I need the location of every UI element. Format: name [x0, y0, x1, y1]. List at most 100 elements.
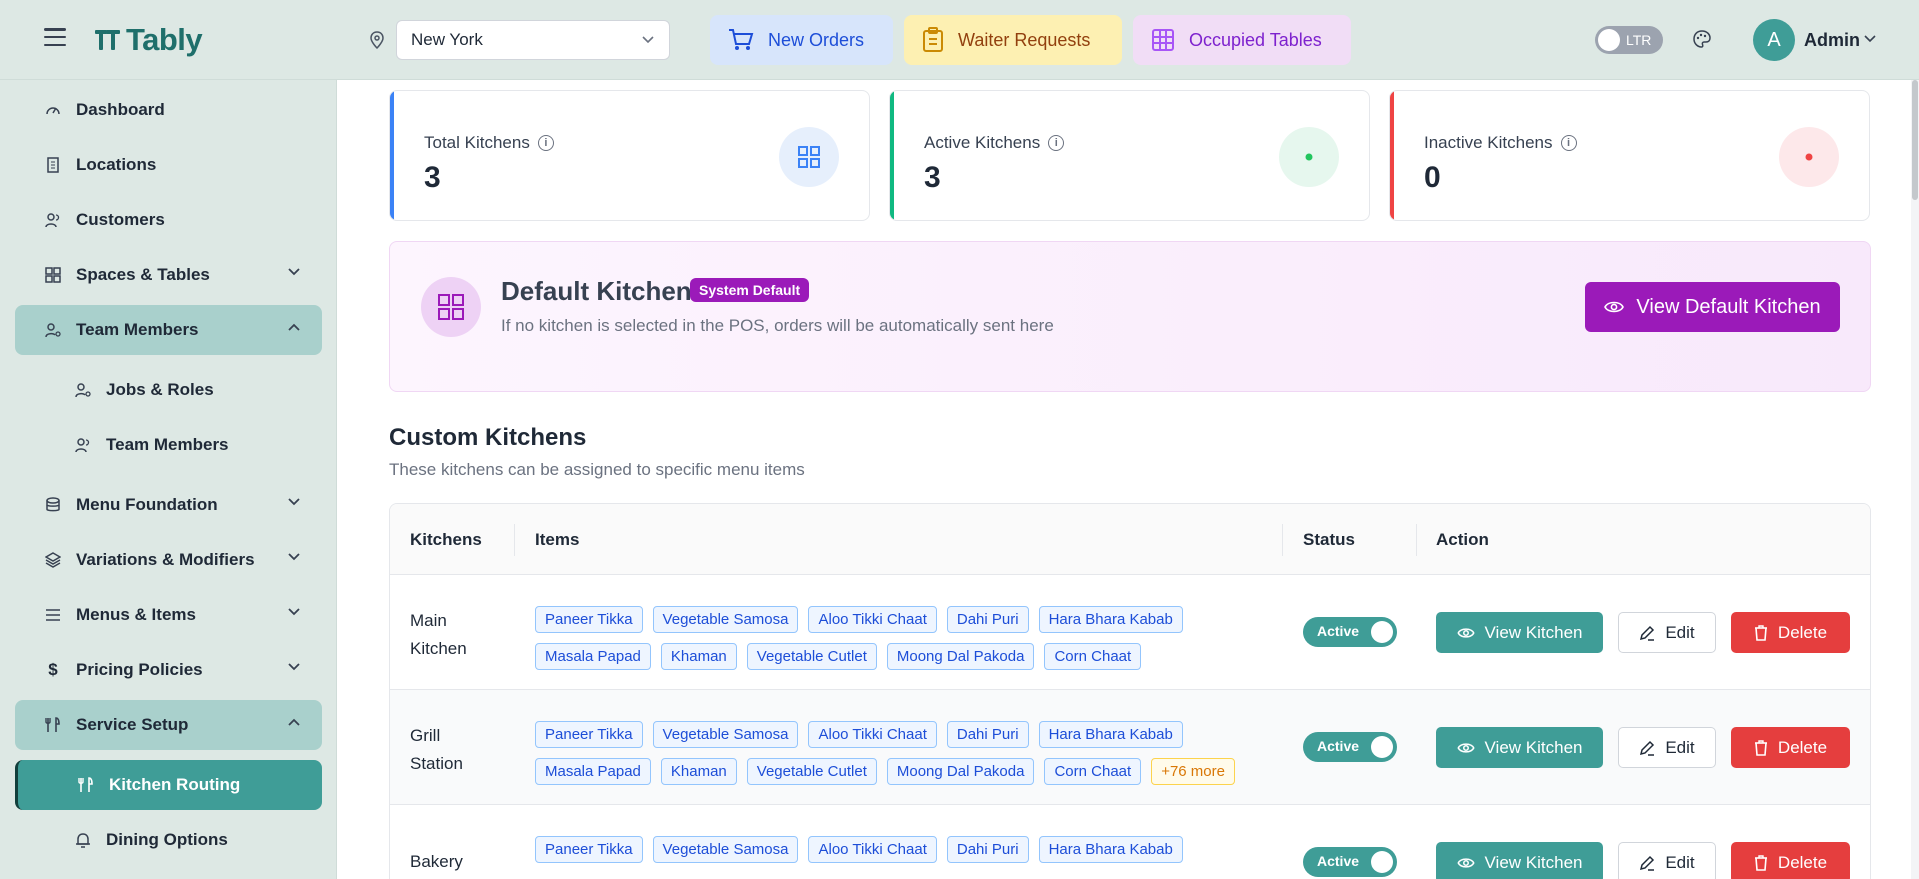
gauge-icon — [46, 107, 60, 115]
sidebar-item-dining-options[interactable]: Dining Options — [15, 815, 322, 865]
kitchen-name: Main Kitchen — [410, 607, 490, 663]
info-icon[interactable]: i — [537, 135, 554, 151]
edit-button[interactable]: Edit — [1618, 612, 1716, 653]
item-chip: Aloo Tikki Chaat — [808, 721, 937, 748]
stat-icon-circle — [779, 127, 839, 187]
sidebar-item-menu-foundation[interactable]: Menu Foundation — [15, 480, 322, 530]
view-default-kitchen-label: View Default Kitchen — [1636, 295, 1821, 318]
new-orders-button[interactable]: New Orders — [710, 15, 893, 65]
sidebar-item-label: Service Setup — [76, 715, 189, 734]
toggle-knob — [1371, 851, 1393, 873]
occupied-tables-label: Occupied Tables — [1189, 29, 1322, 50]
default-kitchen-title: Default Kitchen — [501, 276, 692, 306]
scrollbar-thumb[interactable] — [1912, 80, 1918, 200]
edit-button[interactable]: Edit — [1618, 842, 1716, 879]
view-kitchen-button[interactable]: View Kitchen — [1436, 842, 1603, 879]
sidebar-item-label: Jobs & Roles — [106, 380, 214, 399]
direction-toggle[interactable]: LTR — [1595, 26, 1663, 54]
sidebar-item-team-members-list[interactable]: Team Members — [15, 420, 322, 470]
waiter-requests-button[interactable]: Waiter Requests — [904, 15, 1122, 65]
more-items-chip[interactable]: +76 more — [1151, 758, 1235, 785]
chevron-up-icon — [288, 323, 300, 331]
sidebar-item-label: Variations & Modifiers — [76, 550, 255, 569]
sidebar-item-locations[interactable]: Locations — [15, 140, 322, 190]
item-chip: Vegetable Samosa — [652, 606, 799, 633]
view-kitchen-button[interactable]: View Kitchen — [1436, 727, 1603, 768]
status-toggle[interactable]: Active — [1303, 617, 1397, 647]
table-grid-icon — [1152, 29, 1174, 51]
item-chip: Hara Bhara Kabab — [1038, 721, 1183, 748]
grid-icon — [798, 146, 820, 168]
stat-card-active: Active Kitchens i 3 — [889, 90, 1370, 221]
user-gear-icon — [45, 323, 61, 338]
users-icon — [45, 213, 60, 228]
info-icon[interactable]: i — [1048, 135, 1065, 151]
utensils-icon — [45, 717, 60, 732]
sidebar-item-team-members[interactable]: Team Members — [15, 305, 322, 355]
status-toggle[interactable]: Active — [1303, 732, 1397, 762]
user-name[interactable]: Admin — [1804, 30, 1860, 51]
edit-label: Edit — [1665, 852, 1695, 872]
column-separator — [1416, 524, 1417, 556]
hamburger-menu-icon[interactable] — [44, 28, 66, 46]
item-chip: Vegetable Samosa — [652, 721, 799, 748]
delete-button[interactable]: Delete — [1731, 842, 1850, 879]
app-logo[interactable]: Tably — [94, 22, 203, 58]
info-icon[interactable]: i — [1560, 135, 1577, 151]
sidebar-item-label: Pricing Policies — [76, 660, 203, 679]
trash-icon — [1754, 854, 1767, 871]
sidebar-item-label: Customers — [76, 210, 165, 229]
clipboard-icon — [923, 27, 943, 52]
accent-bar — [390, 91, 394, 220]
item-chip: Paneer Tikka — [535, 721, 643, 748]
user-avatar[interactable]: A — [1753, 19, 1795, 61]
chevron-down-icon[interactable] — [1864, 35, 1876, 43]
sidebar-item-label: Locations — [76, 155, 157, 174]
new-orders-label: New Orders — [768, 29, 865, 50]
kitchen-name: Bakery — [410, 848, 490, 876]
view-kitchen-label: View Kitchen — [1484, 737, 1583, 757]
status-toggle[interactable]: Active — [1303, 847, 1397, 877]
sidebar-item-customers[interactable]: Customers — [15, 195, 322, 245]
item-chip: Vegetable Cutlet — [746, 643, 877, 670]
sidebar-item-jobs-roles[interactable]: Jobs & Roles — [15, 365, 322, 415]
delete-button[interactable]: Delete — [1731, 612, 1850, 653]
chevron-down-icon — [642, 36, 654, 44]
edit-button[interactable]: Edit — [1618, 727, 1716, 768]
chevron-down-icon — [288, 663, 300, 671]
sidebar-item-kitchen-routing[interactable]: Kitchen Routing — [15, 760, 322, 810]
item-chips: Paneer Tikka Vegetable Samosa Aloo Tikki… — [535, 836, 1295, 863]
main-scrollbar[interactable] — [1911, 80, 1919, 879]
column-header-status: Status — [1303, 530, 1355, 549]
sidebar-item-service-setup[interactable]: Service Setup — [15, 700, 322, 750]
grid-icon — [438, 294, 464, 320]
view-kitchen-button[interactable]: View Kitchen — [1436, 612, 1603, 653]
sidebar-item-variations-modifiers[interactable]: Variations & Modifiers — [15, 535, 322, 585]
sidebar-item-spaces-tables[interactable]: Spaces & Tables — [15, 250, 322, 300]
bell-icon — [76, 833, 90, 848]
stat-card-inactive: Inactive Kitchens i 0 — [1389, 90, 1870, 221]
logo-icon — [95, 30, 120, 50]
stat-label-text: Total Kitchens — [424, 133, 530, 152]
toggle-knob — [1371, 736, 1393, 758]
column-header-kitchens: Kitchens — [410, 530, 482, 549]
occupied-tables-button[interactable]: Occupied Tables — [1133, 15, 1351, 65]
eye-icon — [1604, 301, 1625, 313]
sidebar-item-pricing-policies[interactable]: $ Pricing Policies — [15, 645, 322, 695]
sidebar-item-menus-items[interactable]: Menus & Items — [15, 590, 322, 640]
item-chip: Masala Papad — [535, 643, 651, 670]
status-label: Active — [1317, 623, 1360, 639]
chevron-down-icon — [288, 498, 300, 506]
database-icon — [46, 497, 60, 512]
delete-button[interactable]: Delete — [1731, 727, 1850, 768]
view-default-kitchen-button[interactable]: View Default Kitchen — [1585, 282, 1840, 332]
location-select[interactable]: New York — [396, 20, 670, 60]
delete-label: Delete — [1777, 622, 1828, 642]
sidebar-item-dashboard[interactable]: Dashboard — [15, 85, 322, 135]
palette-icon[interactable] — [1693, 30, 1711, 48]
system-default-badge: System Default — [690, 278, 810, 302]
default-kitchen-icon-circle — [421, 277, 481, 337]
item-chip: Aloo Tikki Chaat — [808, 606, 937, 633]
cart-icon — [729, 29, 754, 50]
stat-icon-circle — [1779, 127, 1839, 187]
